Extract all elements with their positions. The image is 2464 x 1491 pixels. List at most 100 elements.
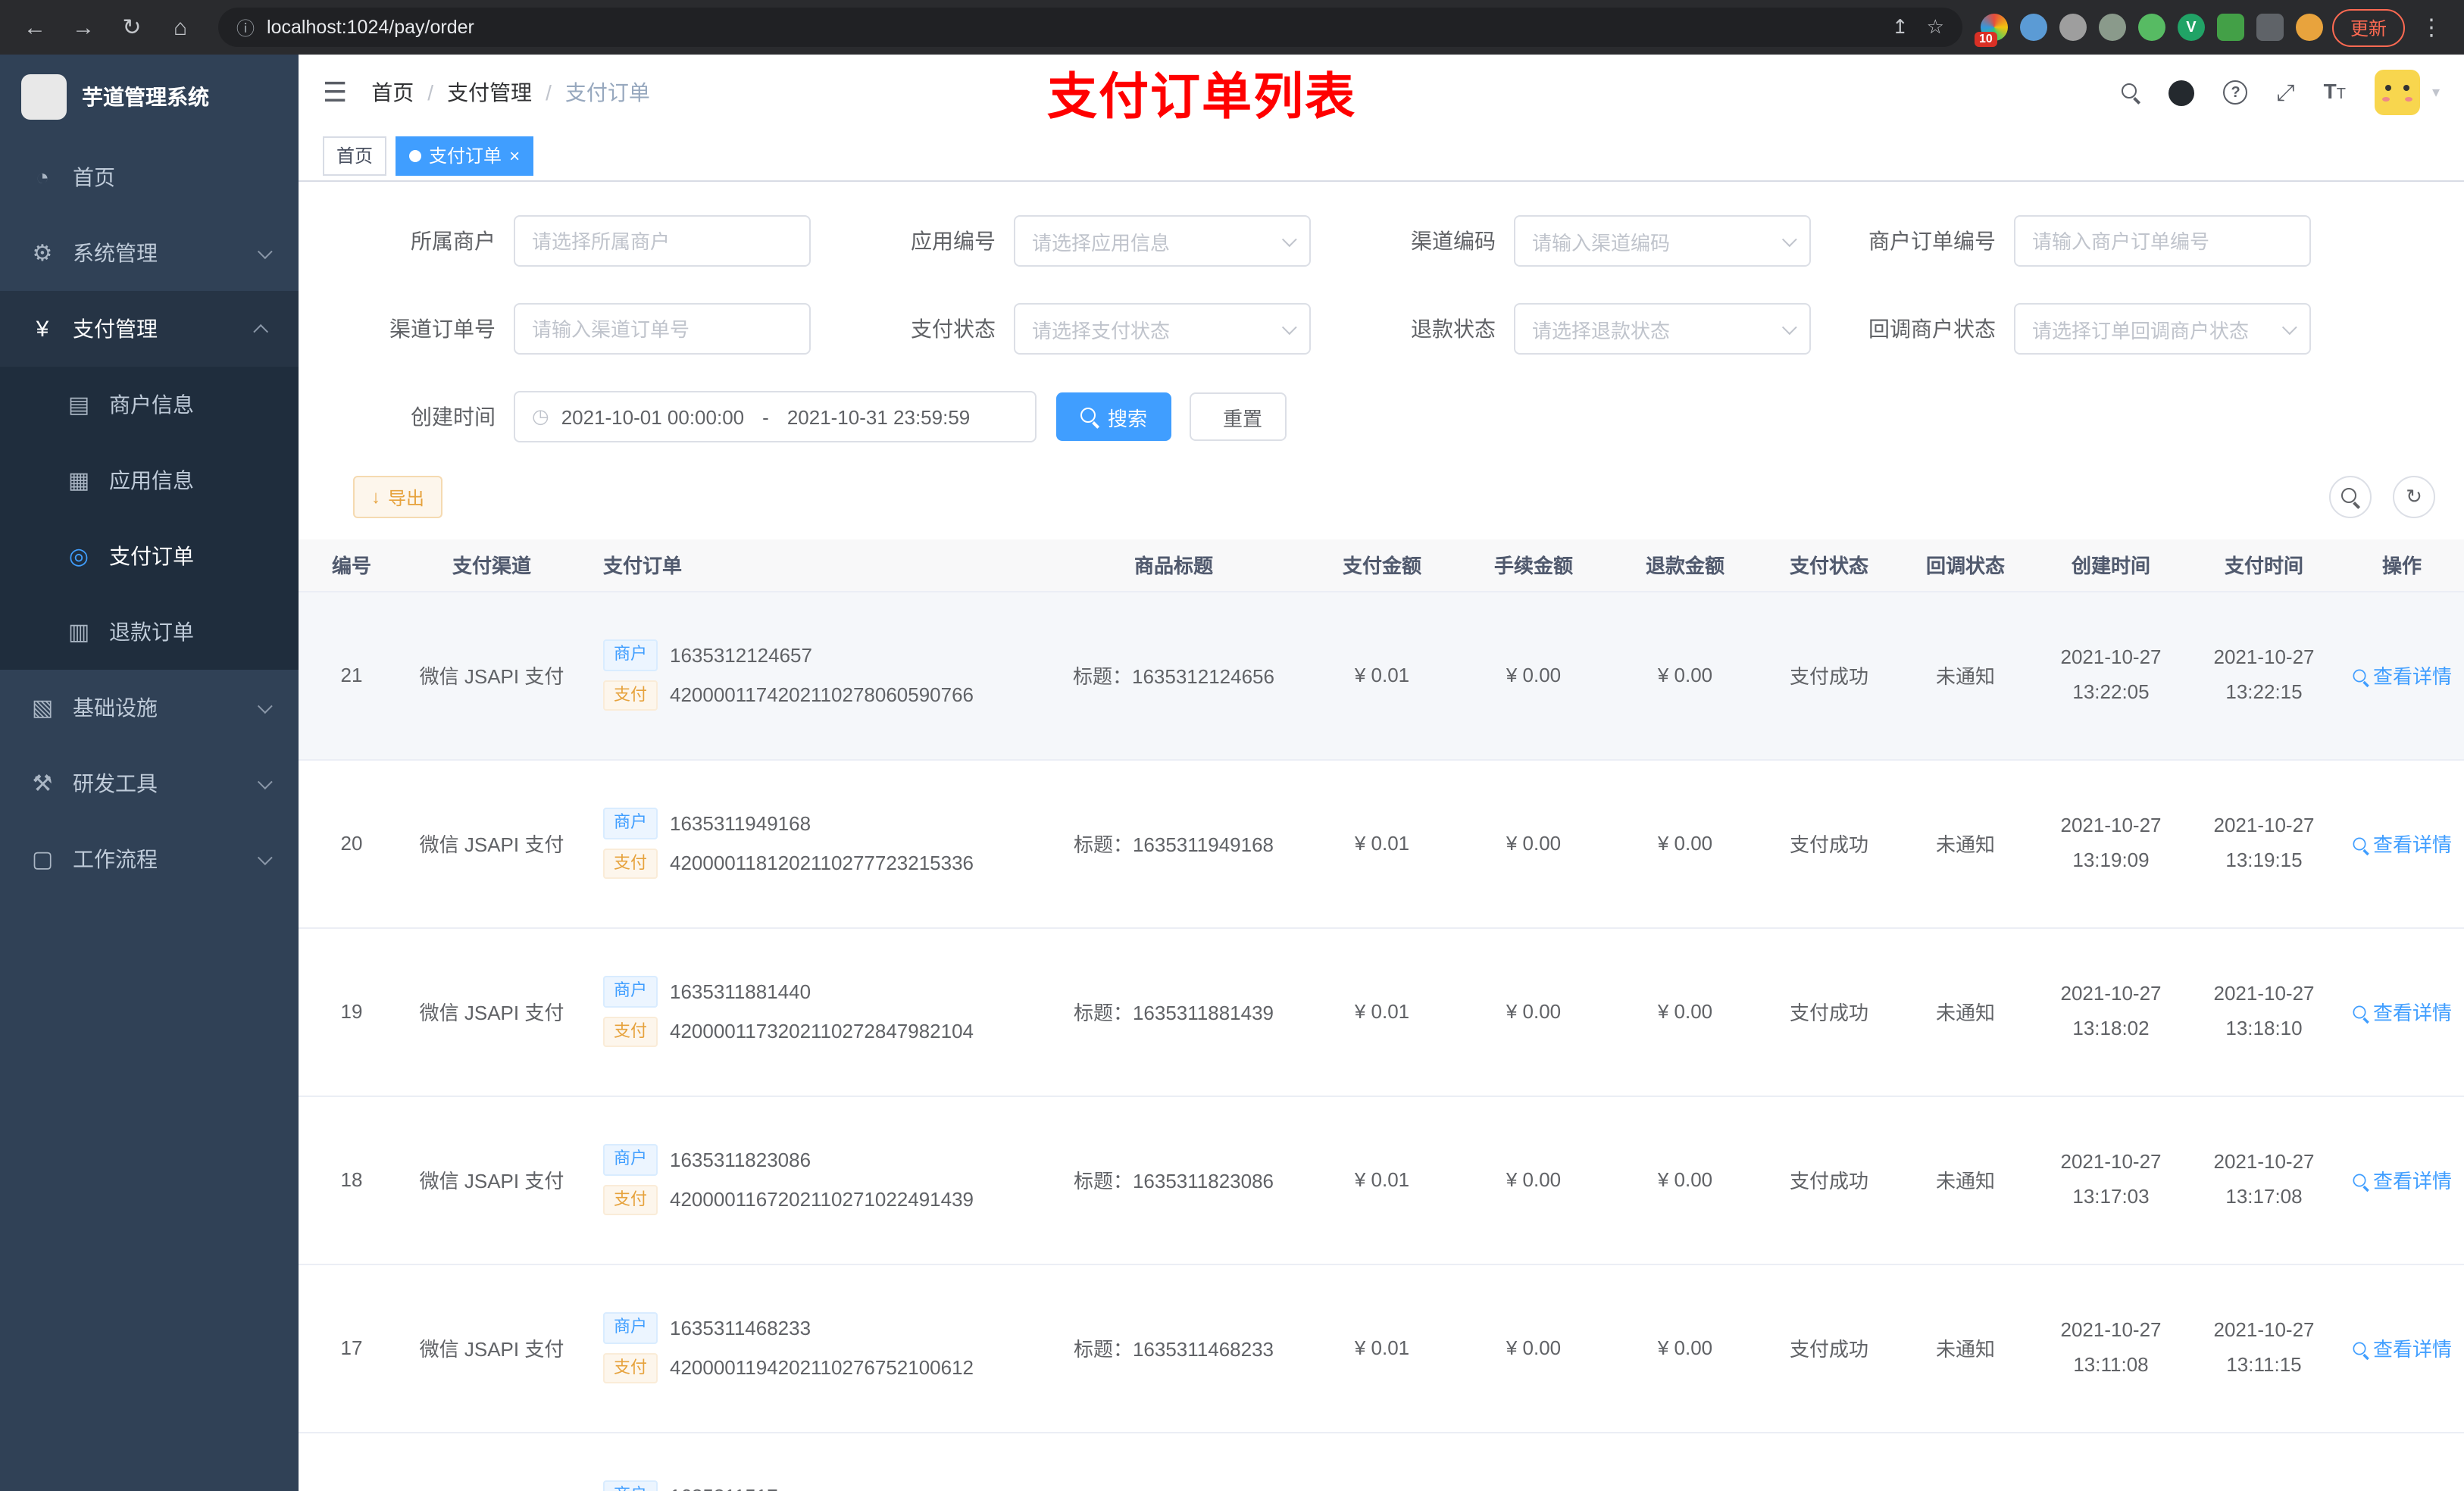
filter-field-notify-status: 回调商户状态 请选择订单回调商户状态: [1835, 303, 2329, 355]
merchant-order-no-input[interactable]: [2014, 215, 2311, 267]
app-title: 芋道管理系统: [82, 85, 209, 109]
cell-id: 17: [299, 1264, 405, 1433]
sidebar-item-workflow[interactable]: ▢ 工作流程: [0, 821, 299, 897]
fullscreen-icon[interactable]: ⤢: [2277, 80, 2295, 105]
filter-field-merchant: 所属商户: [335, 215, 829, 267]
view-details-link[interactable]: 查看详情: [2352, 1165, 2452, 1194]
app-id-select[interactable]: 请选择应用信息: [1014, 215, 1311, 267]
col-notify: 回调状态: [1897, 539, 2034, 592]
github-icon[interactable]: [2169, 80, 2195, 105]
view-details-link[interactable]: 查看详情: [2352, 997, 2452, 1026]
view-details-link[interactable]: 查看详情: [2352, 661, 2452, 689]
cell-amount: ¥ 0.01: [1306, 1264, 1458, 1433]
cell-pay-order: 商户 1635312124657 支付 42000011742021102780…: [579, 591, 1041, 760]
site-info-icon[interactable]: ⓘ: [236, 14, 255, 40]
browser-back-icon[interactable]: ←: [15, 8, 55, 47]
extension-icon-2[interactable]: [2019, 14, 2047, 41]
clock-icon: ◷: [532, 405, 549, 427]
user-caret-down-icon[interactable]: ▾: [2432, 84, 2440, 101]
profile-avatar-icon[interactable]: [2295, 14, 2323, 41]
select-placeholder: 请选择退款状态: [1532, 319, 1671, 342]
notify-status-select[interactable]: 请选择订单回调商户状态: [2014, 303, 2311, 355]
channel-order-no-input[interactable]: [514, 303, 811, 355]
browser-menu-icon[interactable]: ⋮: [2414, 14, 2449, 41]
sidebar-item-app-info[interactable]: ▦ 应用信息: [0, 442, 299, 518]
extension-icon-7[interactable]: [2216, 14, 2244, 41]
search-icon: [2353, 1173, 2366, 1186]
sidebar-item-label: 研发工具: [73, 771, 158, 796]
cell-pay-time: 2021-10-27 13:22:15: [2188, 591, 2340, 760]
extension-badge: 10: [1974, 32, 1997, 47]
merchant-order-no: 1635311517: [670, 1485, 778, 1491]
search-icon: [2353, 836, 2366, 850]
create-time-range-picker[interactable]: ◷ 2021-10-01 00:00:00 - 2021-10-31 23:59…: [514, 391, 1037, 442]
extension-icon-6[interactable]: V: [2177, 14, 2205, 41]
cell-amount: ¥ 0.01: [1306, 927, 1458, 1096]
extension-icon-4[interactable]: [2098, 14, 2126, 41]
cell-pay-order: 商户 1635311949168 支付 42000011812021102777…: [579, 759, 1041, 928]
collapse-menu-icon[interactable]: ☰: [323, 77, 347, 108]
merchant-input[interactable]: [514, 215, 811, 267]
sidebar-item-payment[interactable]: ¥ 支付管理: [0, 291, 299, 367]
filter-label: 退款状态: [1411, 317, 1496, 341]
search-button[interactable]: 搜索: [1056, 392, 1172, 441]
help-icon[interactable]: ?: [2223, 80, 2248, 105]
refund-status-select[interactable]: 请选择退款状态: [1514, 303, 1811, 355]
col-channel: 支付渠道: [405, 539, 579, 592]
sidebar-item-system[interactable]: ⚙ 系统管理: [0, 215, 299, 291]
browser-home-icon[interactable]: ⌂: [161, 8, 200, 47]
cell-channel: 微信 JSAPI 支付: [405, 1096, 579, 1264]
user-avatar[interactable]: [2374, 70, 2420, 115]
channel-pay-no: 4200001174202110278060590766: [670, 683, 974, 707]
sidebar-item-home[interactable]: ◔ 首页: [0, 139, 299, 215]
tools-icon: ⚒: [32, 771, 53, 797]
cell-actions: 查看详情: [2340, 927, 2464, 1096]
tab-label: 支付订单: [429, 145, 502, 167]
reset-button[interactable]: 重置: [1190, 392, 1287, 441]
screen: ← → ↻ ⌂ ⓘ localhost:1024/pay/order ↥ ☆ 1…: [0, 0, 2464, 1491]
channel-pay-no: 4200001181202110277723215336: [670, 852, 974, 875]
bookmark-star-icon[interactable]: ☆: [1927, 15, 1944, 39]
close-icon[interactable]: ×: [509, 146, 520, 164]
tab-pay-order[interactable]: 支付订单 ×: [396, 136, 534, 175]
sidebar-item-refund-order[interactable]: ▥ 退款订单: [0, 594, 299, 670]
cell-fee: ¥ 0.00: [1458, 927, 1609, 1096]
sidebar-item-pay-order[interactable]: ◎ 支付订单: [0, 518, 299, 594]
sidebar-item-devtools[interactable]: ⚒ 研发工具: [0, 746, 299, 821]
search-icon[interactable]: [2122, 83, 2140, 102]
sidebar-item-merchant-info[interactable]: ▤ 商户信息: [0, 367, 299, 442]
chevron-up-icon: [253, 323, 269, 339]
table-row: 18 微信 JSAPI 支付 商户 1635311823086 支付 42000…: [299, 1096, 2464, 1264]
font-size-icon[interactable]: TT: [2324, 79, 2346, 106]
export-button[interactable]: ↓ 导出: [353, 476, 443, 518]
cell-fee: ¥ 0.00: [1458, 1264, 1609, 1433]
search-icon: [2341, 488, 2359, 506]
pay-status-select[interactable]: 请选择支付状态: [1014, 303, 1311, 355]
share-icon[interactable]: ↥: [1892, 15, 1909, 39]
document-icon: ▥: [67, 620, 90, 645]
extensions-puzzle-icon[interactable]: [2256, 14, 2284, 41]
sidebar-item-infrastructure[interactable]: ▧ 基础设施: [0, 670, 299, 746]
tab-home[interactable]: 首页: [323, 136, 387, 175]
refresh-table-button[interactable]: ↻: [2393, 476, 2435, 518]
extension-icon-5[interactable]: [2137, 14, 2165, 41]
filter-field-channel-code: 渠道编码 请输入渠道编码: [1335, 215, 1829, 267]
address-bar[interactable]: ⓘ localhost:1024/pay/order ↥ ☆: [218, 8, 1962, 47]
breadcrumb-home[interactable]: 首页: [371, 77, 414, 108]
toggle-search-button[interactable]: [2329, 476, 2372, 518]
view-details-link[interactable]: 查看详情: [2352, 1333, 2452, 1362]
browser-reload-icon[interactable]: ↻: [112, 8, 152, 47]
browser-update-button[interactable]: 更新: [2331, 8, 2405, 46]
breadcrumb-payment[interactable]: 支付管理: [447, 77, 532, 108]
view-details-link[interactable]: 查看详情: [2352, 829, 2452, 858]
search-icon: [2353, 1341, 2366, 1355]
extension-icon-1[interactable]: 10: [1974, 14, 2008, 47]
pay-tag: 支付: [603, 680, 658, 711]
app-logo: 芋道管理系统: [0, 55, 299, 139]
extension-icon-3[interactable]: [2059, 14, 2087, 41]
cell-status: 支付成功: [1761, 1264, 1897, 1433]
url-text: localhost:1024/pay/order: [267, 17, 474, 38]
cell-fee: ¥ 0.00: [1458, 1096, 1609, 1264]
channel-code-select[interactable]: 请输入渠道编码: [1514, 215, 1811, 267]
browser-forward-icon[interactable]: →: [64, 8, 103, 47]
